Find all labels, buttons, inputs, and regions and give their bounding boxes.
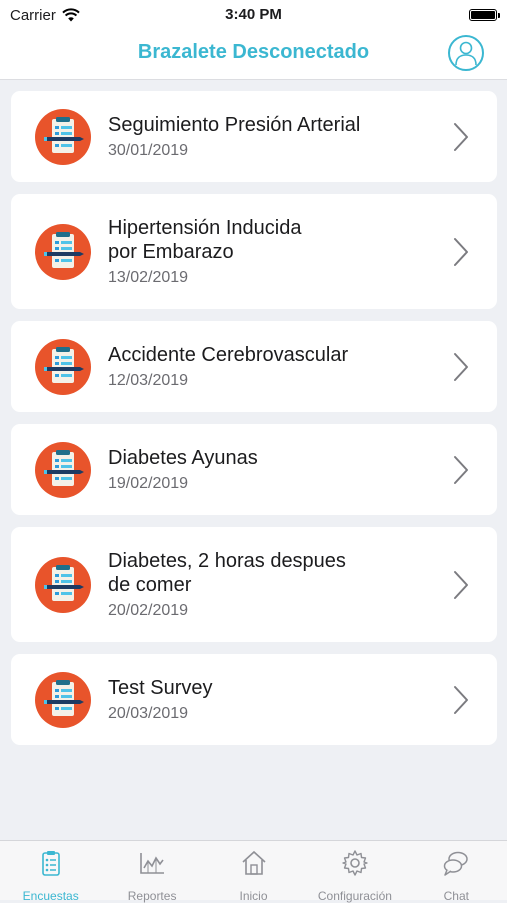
survey-card[interactable]: Seguimiento Presión Arterial 30/01/2019 [11, 91, 497, 182]
survey-clipboard-icon [35, 671, 91, 728]
wifi-icon [62, 8, 80, 22]
chevron-right-icon [454, 122, 468, 151]
tab-label: Inicio [239, 889, 268, 903]
chevron-right-icon [454, 570, 468, 599]
tab-label: Chat [443, 889, 469, 903]
survey-date: 30/01/2019 [108, 142, 189, 159]
clipboard-icon [37, 849, 65, 882]
status-bar: Carrier [0, 0, 507, 30]
tab-label: Reportes [127, 889, 177, 903]
survey-title: Test Survey [108, 677, 213, 699]
tab-label: Configuración [317, 889, 392, 903]
chevron-right-icon [454, 352, 468, 381]
chat-icon [442, 849, 470, 882]
status-left: Carrier [10, 7, 80, 24]
survey-card[interactable]: Accidente Cerebrovascular 12/03/2019 [11, 321, 497, 412]
nav-bar: Brazalete Desconectado [0, 30, 507, 80]
survey-date: 19/02/2019 [108, 475, 189, 492]
tab-chat[interactable]: Chat [406, 841, 507, 903]
survey-title: Hipertensión Inducida por Embarazo [108, 217, 302, 263]
survey-card[interactable]: Diabetes Ayunas 19/02/2019 [11, 424, 497, 515]
survey-date: 12/03/2019 [108, 372, 189, 389]
survey-text: Diabetes Ayunas 19/02/2019 [108, 446, 258, 493]
survey-clipboard-icon [35, 556, 91, 613]
tab-encuestas[interactable]: Encuestas [0, 841, 101, 903]
survey-text: Diabetes, 2 horas despues de comer 20/02… [108, 549, 346, 620]
chevron-right-icon [454, 455, 468, 484]
tab-configuracion[interactable]: Configuración [304, 841, 405, 903]
gear-icon [341, 849, 369, 882]
survey-clipboard-icon [35, 338, 91, 395]
survey-text: Test Survey 20/03/2019 [108, 676, 212, 723]
survey-text: Hipertensión Inducida por Embarazo 13/02… [108, 216, 301, 287]
survey-clipboard-icon [35, 223, 91, 280]
carrier-label: Carrier [10, 6, 56, 24]
tab-label: Encuestas [22, 889, 79, 903]
survey-title: Seguimiento Presión Arterial [108, 114, 361, 136]
profile-button[interactable] [448, 35, 484, 71]
tab-inicio[interactable]: Inicio [203, 841, 304, 903]
chevron-right-icon [454, 237, 468, 266]
battery-icon [469, 9, 500, 21]
survey-card[interactable]: Test Survey 20/03/2019 [11, 654, 497, 745]
tab-bar: Encuestas Reportes Inicio Configuración Chat [0, 840, 507, 903]
chevron-right-icon [454, 685, 468, 714]
survey-title: Accidente Cerebrovascular [108, 344, 349, 366]
survey-text: Seguimiento Presión Arterial 30/01/2019 [108, 113, 360, 160]
survey-card[interactable]: Hipertensión Inducida por Embarazo 13/02… [11, 194, 497, 309]
user-circle-icon [455, 41, 477, 66]
survey-date: 20/03/2019 [108, 705, 189, 722]
survey-date: 20/02/2019 [108, 602, 189, 619]
tab-reportes[interactable]: Reportes [101, 841, 202, 903]
survey-list: Seguimiento Presión Arterial 30/01/2019 … [11, 91, 497, 757]
survey-title: Diabetes Ayunas [108, 447, 258, 469]
survey-clipboard-icon [35, 108, 91, 165]
home-icon [240, 849, 268, 882]
survey-text: Accidente Cerebrovascular 12/03/2019 [108, 343, 348, 390]
survey-card[interactable]: Diabetes, 2 horas despues de comer 20/02… [11, 527, 497, 642]
survey-clipboard-icon [35, 441, 91, 498]
chart-icon [138, 849, 166, 882]
survey-date: 13/02/2019 [108, 269, 189, 286]
survey-title: Diabetes, 2 horas despues de comer [108, 550, 346, 596]
page-title: Brazalete Desconectado [137, 41, 370, 63]
